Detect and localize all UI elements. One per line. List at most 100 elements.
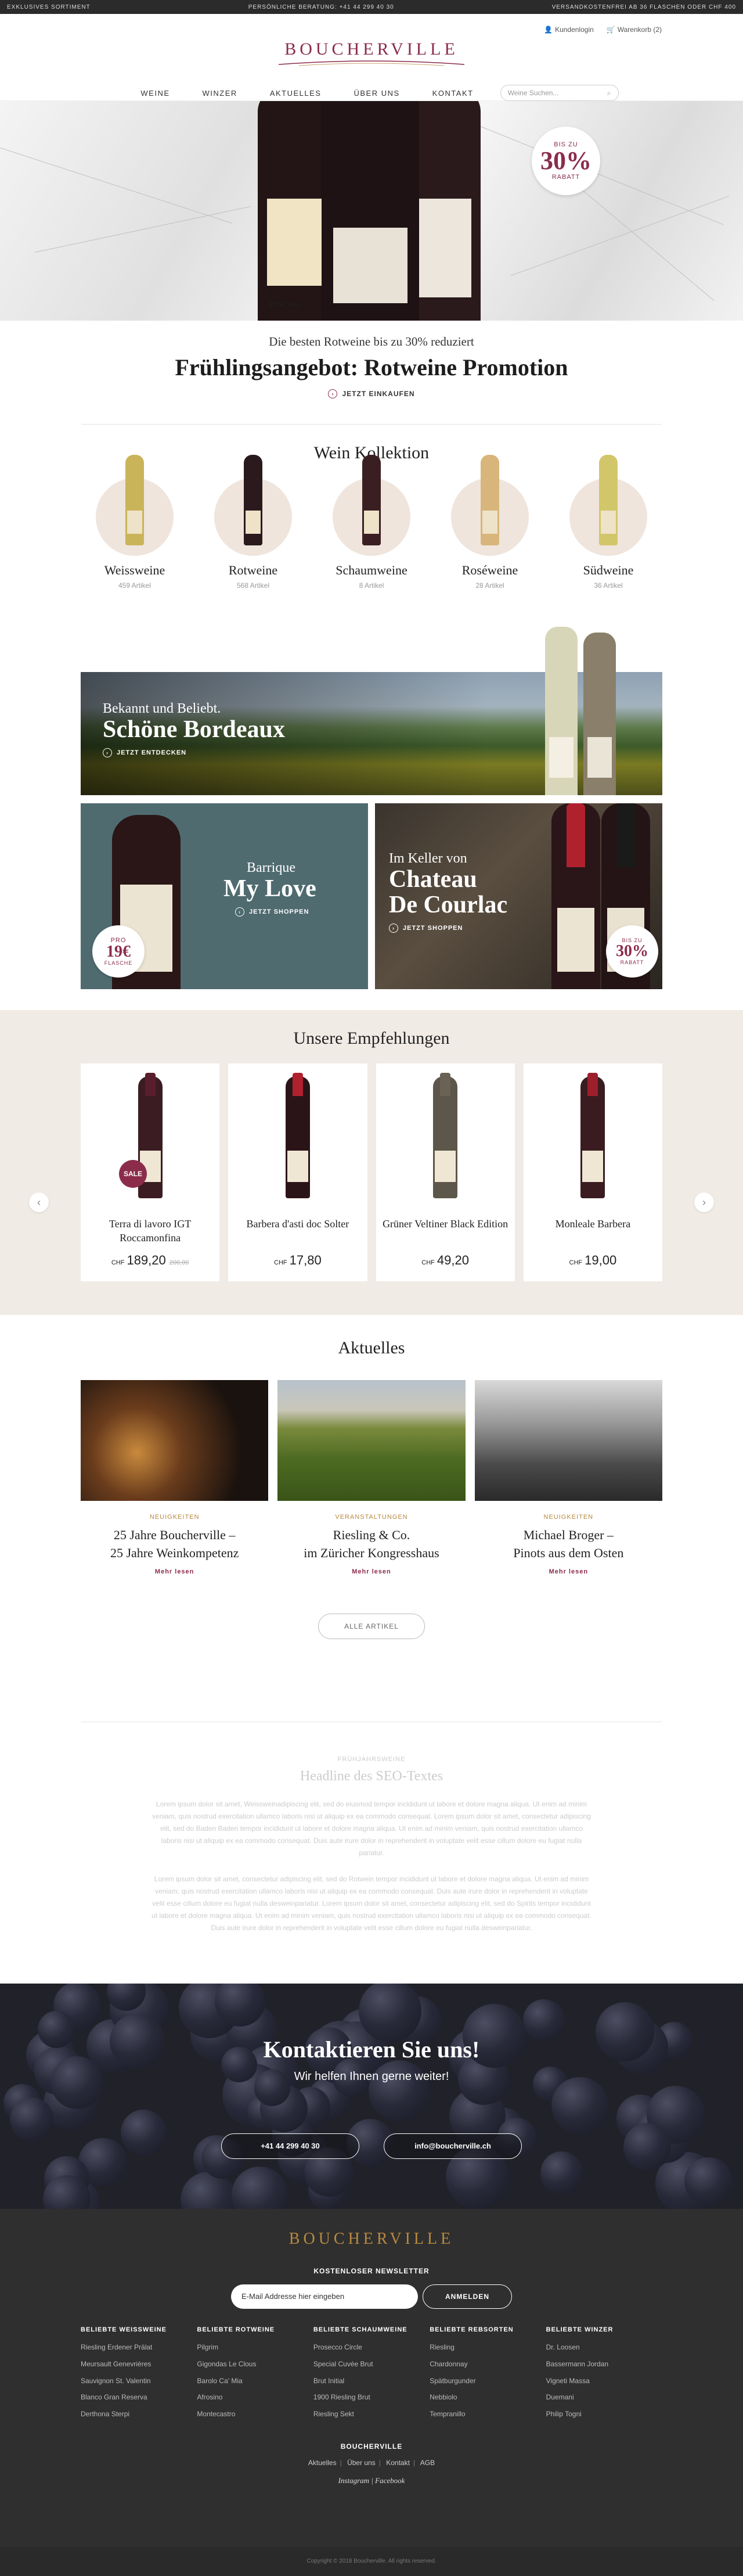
- category-name: Rotweine: [228, 563, 278, 577]
- read-more-link[interactable]: Mehr lesen: [475, 1568, 662, 1575]
- carousel-prev-button[interactable]: ‹: [29, 1192, 49, 1212]
- read-more-link[interactable]: Mehr lesen: [81, 1568, 268, 1575]
- read-more-link[interactable]: Mehr lesen: [277, 1568, 465, 1575]
- banner-courlac-cta[interactable]: › Jetzt shoppen: [389, 924, 463, 933]
- banner-bordeaux[interactable]: Bekannt und Beliebt. Schöne Bordeaux › Je…: [81, 627, 662, 795]
- footer-link[interactable]: Derthona Sterpi: [81, 2406, 197, 2423]
- footer-link[interactable]: Riesling Erdener Prälat: [81, 2339, 197, 2356]
- product-card[interactable]: Barbera d'asti doc Solter CHF 17,80: [228, 1064, 367, 1281]
- arrow-right-icon: ›: [328, 389, 338, 398]
- category-name: Südweine: [583, 563, 634, 577]
- user-links: 👤 Kundenlogin 🛒 Warenkorb (2): [544, 26, 662, 34]
- footer-link[interactable]: Brut Initial: [313, 2373, 430, 2390]
- nav-weine[interactable]: Weine: [140, 89, 169, 98]
- promo-cta-button[interactable]: › Jetzt einkaufen: [328, 389, 414, 398]
- newsletter-email-input[interactable]: E-Mail Addresse hier eingeben: [231, 2284, 418, 2309]
- currency: CHF: [274, 1259, 287, 1266]
- footer-link[interactable]: Blanco Gran Reserva: [81, 2389, 197, 2406]
- product-card[interactable]: SALE Terra di lavoro IGT Roccamonfina CH…: [81, 1064, 220, 1281]
- carousel-next-button[interactable]: ›: [694, 1192, 714, 1212]
- topbar-left: Exklusives Sortiment: [7, 3, 91, 10]
- hero-banner[interactable]: PESCALI BIS ZU 30% RABATT: [0, 101, 743, 321]
- footer-link[interactable]: 1900 Riesling Brut: [313, 2389, 430, 2406]
- cart-link[interactable]: 🛒 Warenkorb (2): [607, 26, 662, 34]
- footer-link[interactable]: Prosecco Circle: [313, 2339, 430, 2356]
- search-input[interactable]: Weine Suchen... ⌕: [500, 85, 619, 101]
- category-bottle: [125, 455, 144, 545]
- news-item[interactable]: Neuigkeiten Michael Broger – Pinots aus d…: [474, 1380, 662, 1575]
- category-schaumweine[interactable]: Schaumweine 8 Artikel: [333, 455, 410, 590]
- all-articles-button[interactable]: Alle Artikel: [318, 1613, 425, 1639]
- footer-link[interactable]: Riesling: [430, 2339, 546, 2356]
- footer-link[interactable]: Special Cuvée Brut: [313, 2356, 430, 2373]
- topbar-right: Versandkostenfrei ab 36 Flaschen oder CH…: [551, 3, 736, 10]
- promo-subtitle: Die besten Rotweine bis zu 30% reduziert: [269, 335, 474, 349]
- footer-link[interactable]: Spätburgunder: [430, 2373, 546, 2390]
- footer-link[interactable]: Tempranillo: [430, 2406, 546, 2423]
- footer-link[interactable]: Gigondas Le Clous: [197, 2356, 313, 2373]
- product-card[interactable]: Monleale Barbera CHF 19,00: [523, 1064, 662, 1281]
- separator: |: [413, 2458, 416, 2467]
- discount-badge: BIS ZU 30% RABATT: [606, 925, 658, 978]
- footer-link[interactable]: Philip Togni: [546, 2406, 662, 2423]
- footer-link[interactable]: Duemani: [546, 2389, 662, 2406]
- footer-link[interactable]: Barolo Ca' Mia: [197, 2373, 313, 2390]
- contact-section: Kontaktieren Sie uns! Wir helfen Ihnen g…: [0, 1984, 743, 2209]
- banner-bordeaux-cta[interactable]: › Jetzt entdecken: [103, 748, 186, 758]
- category-suedweine[interactable]: Südweine 36 Artikel: [569, 455, 647, 590]
- news-item[interactable]: Neuigkeiten 25 Jahre Boucherville –25 Ja…: [81, 1380, 269, 1575]
- seo-title: Headline des SEO-Textes: [300, 1769, 443, 1784]
- footer-link[interactable]: Dr. Loosen: [546, 2339, 662, 2356]
- banner-my-love[interactable]: PRO 19€ FLASCHE Barrique My Love › Jetzt …: [81, 803, 368, 989]
- footer-link[interactable]: Bassermann Jordan: [546, 2356, 662, 2373]
- footer-link[interactable]: Afrosino: [197, 2389, 313, 2406]
- category-circle: [451, 455, 529, 556]
- category-roseweine[interactable]: Roséweine 28 Artikel: [451, 455, 529, 590]
- currency: CHF: [569, 1259, 583, 1266]
- footer-logo[interactable]: BOUCHERVILLE: [0, 2209, 743, 2248]
- footer-link[interactable]: Montecastro: [197, 2406, 313, 2423]
- news-item-title: 25 Jahre Boucherville – 25 Jahre Weinkomp…: [81, 1526, 268, 1562]
- arrow-right-icon: ›: [235, 907, 244, 917]
- facebook-link[interactable]: Facebook: [375, 2476, 405, 2485]
- news-title-line: 25 Jahre Weinkompetenz: [110, 1545, 239, 1560]
- category-weissweine[interactable]: Weissweine 459 Artikel: [96, 455, 174, 590]
- phone-button[interactable]: +41 44 299 40 30: [221, 2133, 359, 2159]
- footer-link-ueber-uns[interactable]: Über uns: [347, 2459, 376, 2467]
- category-rotweine[interactable]: Rotweine 568 Artikel: [214, 455, 292, 590]
- banner-my-love-cta[interactable]: › Jetzt shoppen: [223, 907, 309, 917]
- footer-link-aktuelles[interactable]: Aktuelles: [308, 2459, 337, 2467]
- category-bottle: [481, 455, 499, 545]
- footer-link[interactable]: Vigneti Massa: [546, 2373, 662, 2390]
- footer-link[interactable]: Pilgrim: [197, 2339, 313, 2356]
- news-item[interactable]: Veranstaltungen Riesling & Co. im Züriche…: [277, 1380, 466, 1575]
- footer-link[interactable]: Chardonnay: [430, 2356, 546, 2373]
- contact-buttons: +41 44 299 40 30 info@boucherville.ch: [0, 2133, 743, 2159]
- footer-link[interactable]: Meursault Genevrières: [81, 2356, 197, 2373]
- product-bottle-image: [580, 1073, 605, 1198]
- promo-title: Frühlingsangebot: Rotweine Promotion: [175, 354, 568, 380]
- nav-kontakt[interactable]: Kontakt: [432, 89, 474, 98]
- nav-aktuelles[interactable]: Aktuelles: [270, 89, 322, 98]
- footer-link[interactable]: Riesling Sekt: [313, 2406, 430, 2423]
- instagram-link[interactable]: Instagram: [338, 2476, 369, 2485]
- chevron-right-icon: ›: [702, 1196, 706, 1208]
- footer-link[interactable]: Sauvignon St. Valentin: [81, 2373, 197, 2390]
- main-nav: Weine Winzer Aktuelles Über uns Kontakt …: [0, 85, 743, 101]
- nav-winzer[interactable]: Winzer: [203, 89, 237, 98]
- footer-link-kontakt[interactable]: Kontakt: [386, 2459, 410, 2467]
- product-card[interactable]: Grüner Veltiner Black Edition CHF 49,20: [376, 1064, 515, 1281]
- hero-bottle-label: PESCALI: [269, 300, 300, 308]
- newsletter-submit-button[interactable]: Anmelden: [423, 2284, 512, 2309]
- footer-link[interactable]: Nebbiolo: [430, 2389, 546, 2406]
- site-logo[interactable]: BOUCHERVILLE: [276, 39, 467, 70]
- banner-chateau-de-courlac[interactable]: BIS ZU 30% RABATT Im Keller von Chateau …: [375, 803, 662, 989]
- email-button[interactable]: info@boucherville.ch: [384, 2133, 522, 2159]
- search-icon[interactable]: ⌕: [607, 89, 611, 98]
- news-item-title: Riesling & Co. im Züricher Kongresshaus: [277, 1526, 465, 1562]
- login-link[interactable]: 👤 Kundenlogin: [544, 26, 594, 34]
- nav-ueber-uns[interactable]: Über uns: [354, 89, 399, 98]
- footer-link-agb[interactable]: AGB: [420, 2459, 435, 2467]
- badge-value: 30%: [540, 146, 591, 175]
- chevron-left-icon: ‹: [37, 1196, 41, 1208]
